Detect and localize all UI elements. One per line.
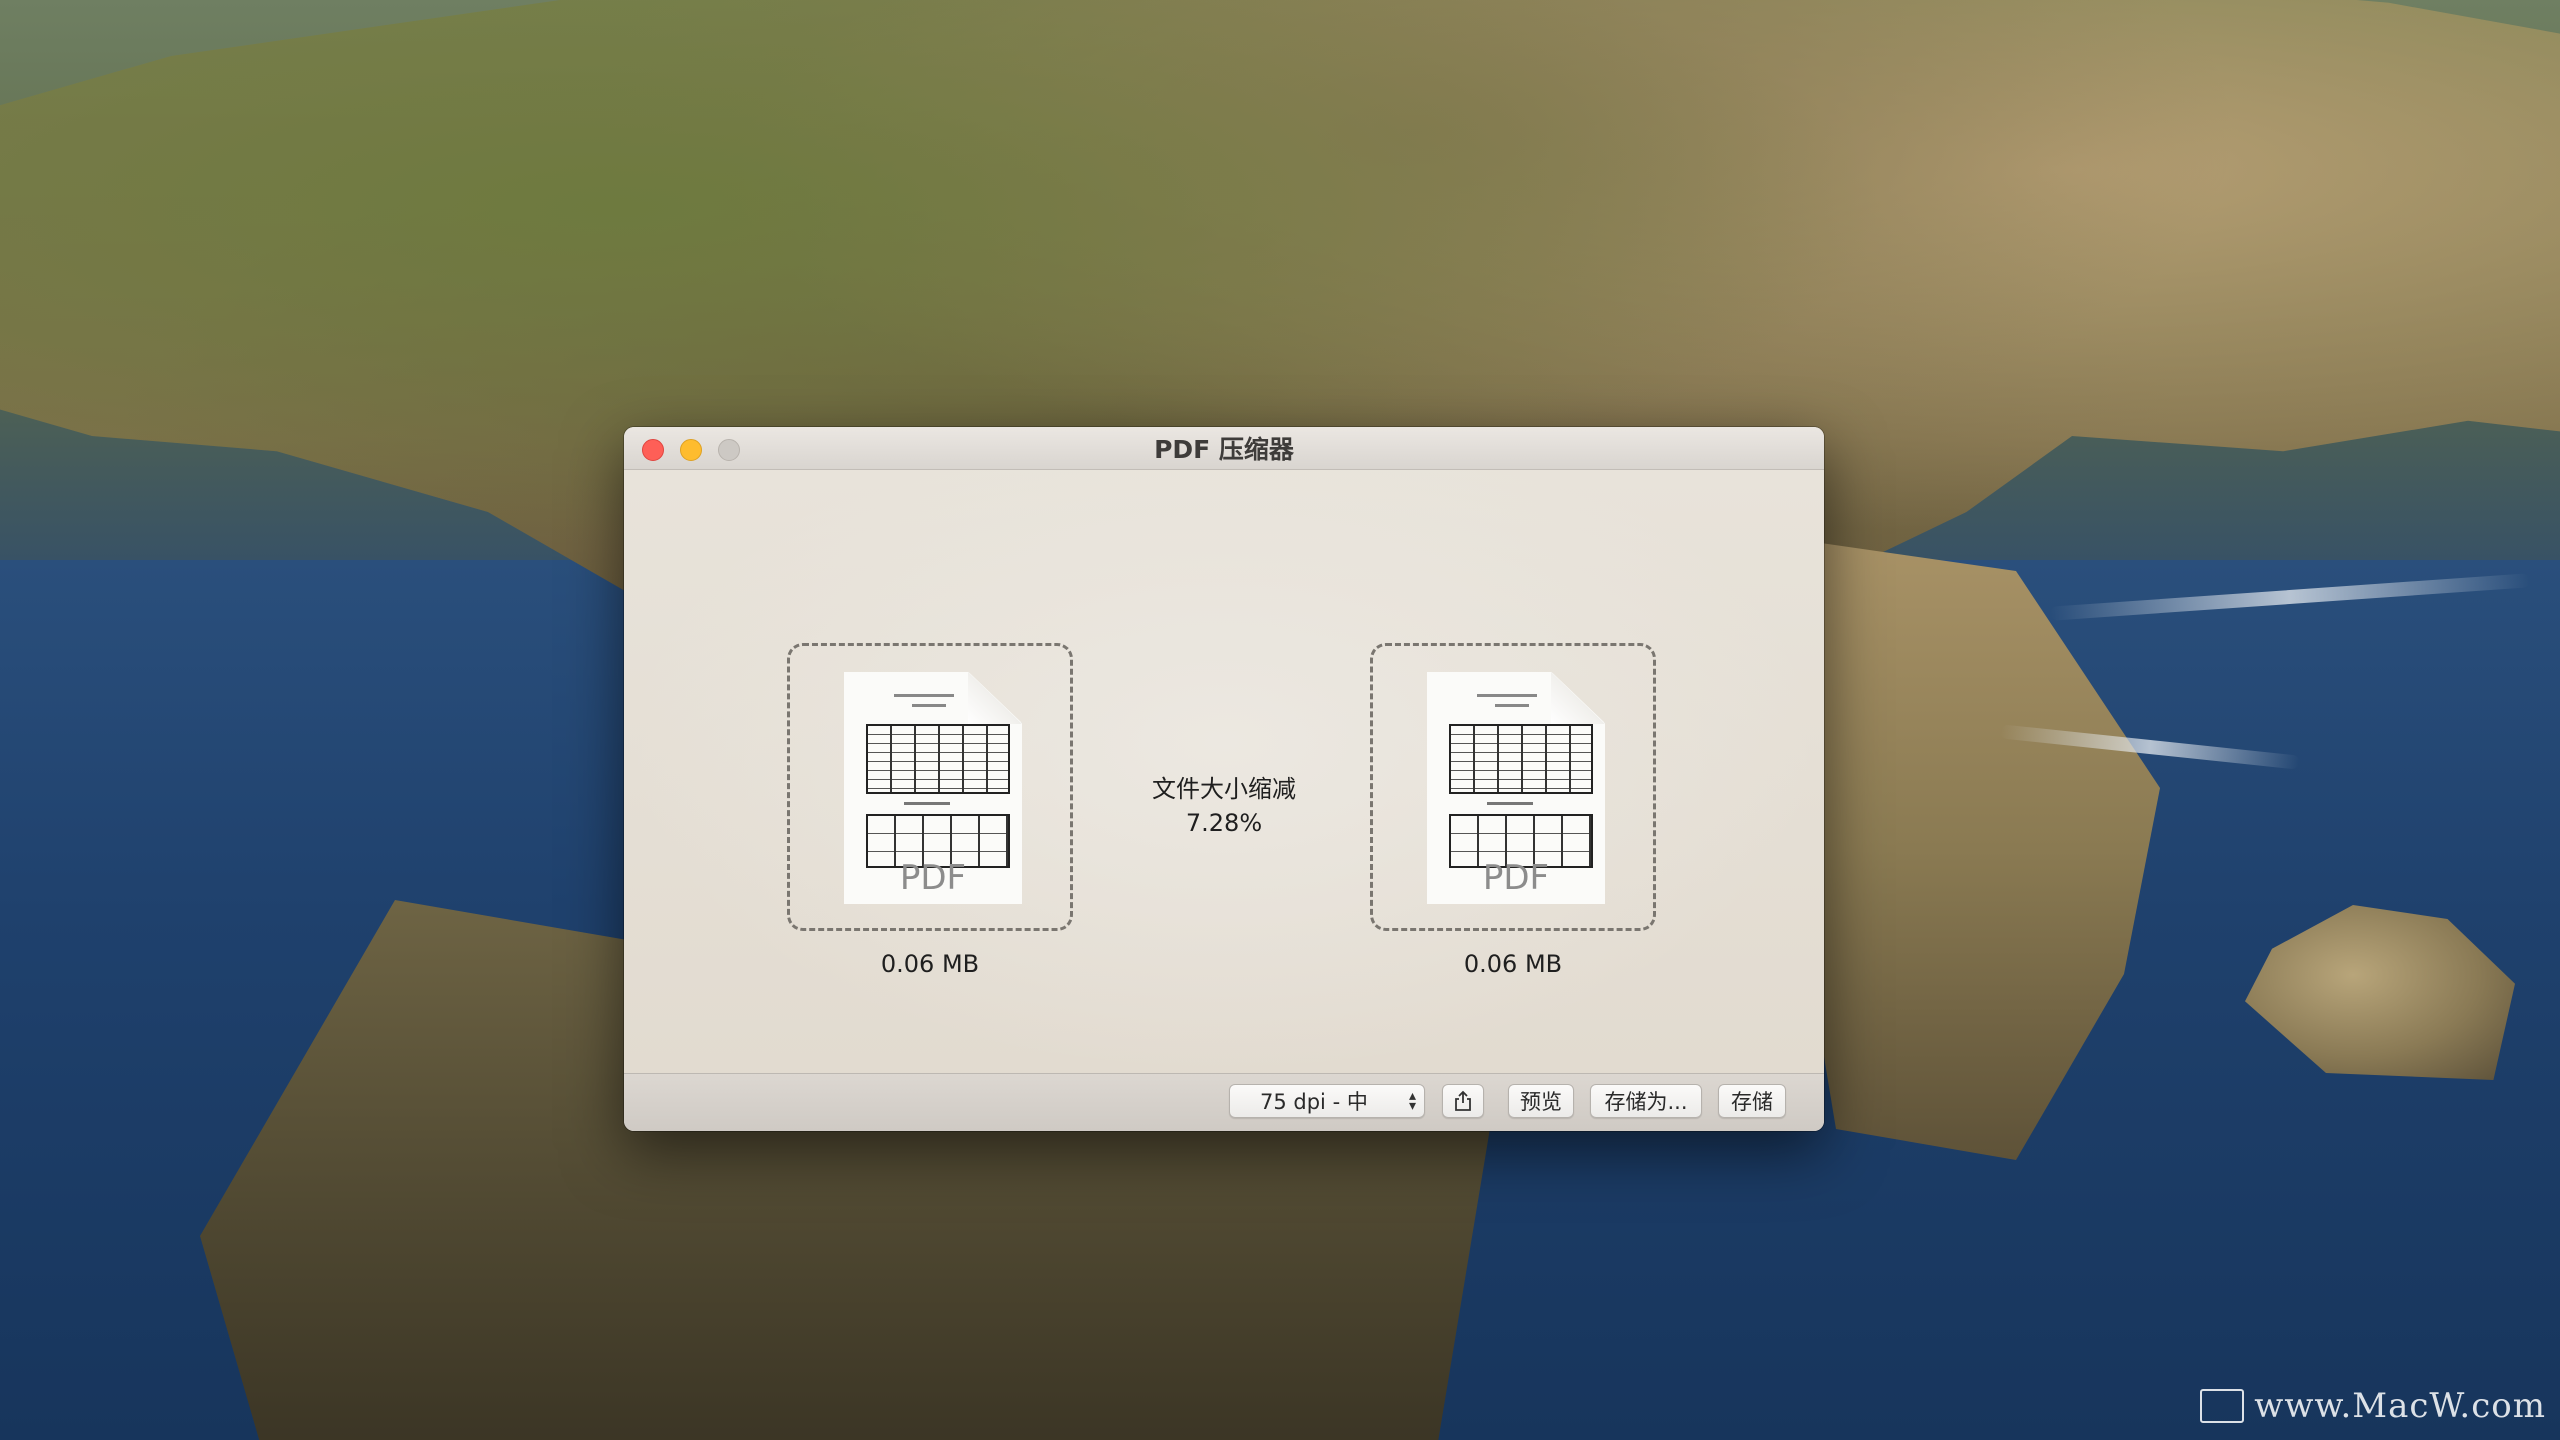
stepper-chevron-icon: ▴ ▾ (1408, 1088, 1416, 1114)
reduction-summary: 文件大小缩减 7.28% (1104, 772, 1344, 840)
watermark-logo-icon (2200, 1389, 2245, 1423)
doc-caption-line (904, 802, 950, 805)
pdf-file-label: PDF (899, 858, 967, 898)
original-file-drop-zone[interactable]: PDF (787, 643, 1073, 931)
doc-heading-line (1477, 694, 1537, 697)
bottom-toolbar: 75 dpi - 中 ▴ ▾ 预览 存储为... 存储 (624, 1073, 1824, 1131)
main-content: PDF 0.06 MB 文件大小缩减 7.28% PDF 0.06 MB (624, 470, 1824, 1074)
close-window-button[interactable] (642, 439, 664, 461)
doc-heading-line (894, 694, 954, 697)
share-button[interactable] (1442, 1084, 1484, 1118)
doc-subheading-line (912, 704, 946, 707)
save-as-button[interactable]: 存储为... (1590, 1084, 1702, 1118)
original-file-size: 0.06 MB (880, 950, 980, 978)
compressed-file-zone[interactable]: PDF (1370, 643, 1656, 931)
minimize-window-button[interactable] (680, 439, 702, 461)
pdf-file-label: PDF (1482, 858, 1550, 898)
quality-select[interactable]: 75 dpi - 中 ▴ ▾ (1229, 1084, 1425, 1118)
doc-table (1449, 724, 1593, 794)
doc-table (866, 724, 1010, 794)
doc-caption-line (1487, 802, 1533, 805)
doc-subheading-line (1495, 704, 1529, 707)
reduction-label: 文件大小缩减 (1152, 775, 1296, 803)
window-title: PDF 压缩器 (1154, 435, 1294, 464)
watermark: www.MacW.com (2200, 1386, 2546, 1426)
window-controls (642, 439, 740, 461)
title-bar[interactable]: PDF 压缩器 (624, 427, 1824, 470)
preview-button[interactable]: 预览 (1508, 1084, 1574, 1118)
watermark-text: www.MacW.com (2254, 1386, 2546, 1426)
share-icon (1455, 1090, 1471, 1111)
compressed-file-size: 0.06 MB (1463, 950, 1563, 978)
reduction-percent: 7.28% (1185, 809, 1263, 837)
quality-select-value: 75 dpi - 中 (1260, 1090, 1368, 1114)
pdf-compressor-window: PDF 压缩器 PDF 0.06 MB 文件大小缩减 7.28% PDF 0.0… (624, 427, 1824, 1131)
save-button[interactable]: 存储 (1718, 1084, 1786, 1118)
zoom-window-button[interactable] (718, 439, 740, 461)
